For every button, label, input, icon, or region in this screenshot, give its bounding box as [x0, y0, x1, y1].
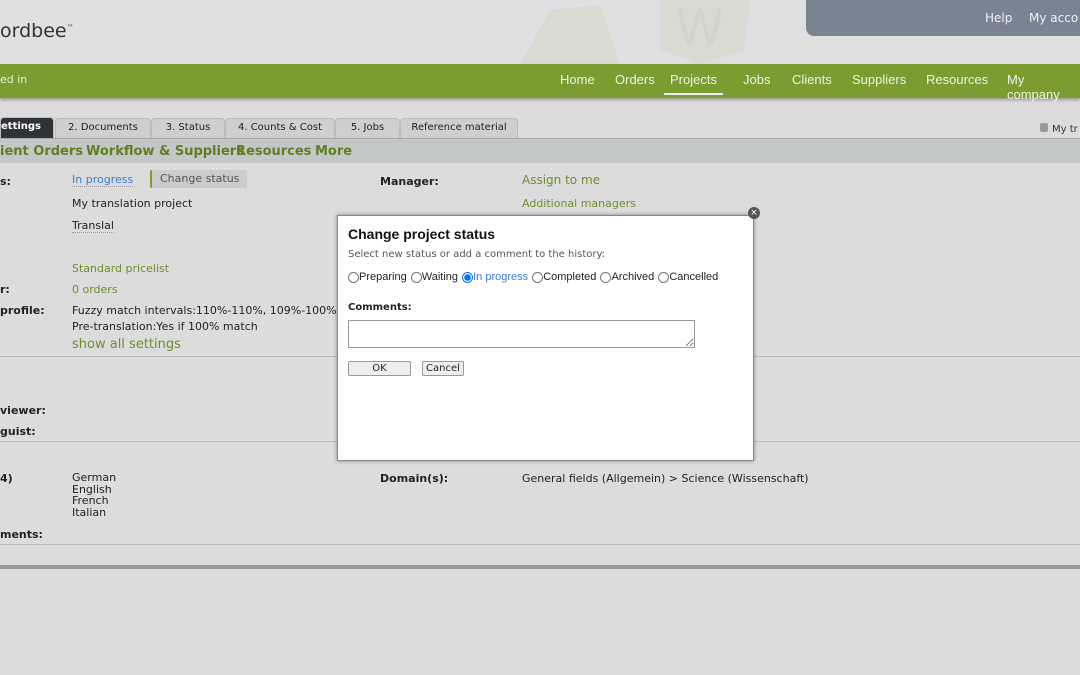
pre-translation: Pre-translation:Yes if 100% match	[72, 320, 258, 333]
project-reference[interactable]: Translal	[72, 219, 114, 233]
nav-projects[interactable]: Projects	[664, 72, 723, 95]
login-status: ed in	[0, 73, 28, 86]
dialog-title: Change project status	[348, 226, 496, 242]
comments-input[interactable]	[348, 320, 695, 348]
tab-counts-cost[interactable]: 4. Counts & Cost	[225, 118, 335, 138]
reviewer-label: viewer:	[0, 404, 46, 417]
languages-label: 4)	[0, 472, 13, 485]
tab-documents[interactable]: 2. Documents	[55, 118, 151, 138]
show-all-settings-link[interactable]: show all settings	[72, 337, 181, 352]
nav-suppliers[interactable]: Suppliers	[852, 72, 906, 87]
subnav-more[interactable]: More	[315, 144, 352, 159]
comments-field-label: Comments:	[348, 302, 412, 313]
subnav-workflow-suppliers[interactable]: Workflow & Suppliers	[86, 144, 244, 159]
orders-link[interactable]: 0 orders	[72, 283, 118, 296]
watermark-logo-icon: W	[520, 0, 750, 64]
divider	[0, 544, 1080, 545]
assign-to-me-link[interactable]: Assign to me	[522, 173, 600, 187]
change-status-dialog: Change project status Select new status …	[337, 215, 754, 461]
nav-home[interactable]: Home	[560, 72, 595, 87]
cancel-button[interactable]: Cancel	[422, 361, 464, 376]
ok-button[interactable]: OK	[348, 361, 411, 376]
pricelist-link[interactable]: Standard pricelist	[72, 262, 169, 275]
info-icon	[1040, 123, 1048, 132]
fuzzy-intervals: Fuzzy match intervals:110%-110%, 109%-10…	[72, 304, 380, 317]
additional-managers-link[interactable]: Additional managers	[522, 197, 636, 210]
my-account-link[interactable]: My acco	[1029, 11, 1078, 25]
sub-nav: ient Orders Workflow & Suppliers Resourc…	[0, 138, 1080, 163]
profile-label: profile:	[0, 304, 45, 317]
nav-jobs[interactable]: Jobs	[743, 72, 770, 87]
svg-text:W: W	[675, 0, 724, 57]
tab-settings[interactable]: ettings	[0, 117, 54, 138]
nav-resources[interactable]: Resources	[926, 72, 988, 87]
top-links: Help My acco	[806, 0, 1080, 36]
subnav-client-orders[interactable]: ient Orders	[0, 144, 83, 159]
main-nav: ed in Home Orders Projects Jobs Clients …	[0, 64, 1080, 102]
tab-jobs[interactable]: 5. Jobs	[335, 118, 400, 138]
status-label: s:	[0, 175, 11, 188]
manager-label: Manager:	[380, 175, 439, 188]
status-value[interactable]: In progress	[72, 173, 134, 187]
radio-preparing[interactable]: Preparing	[348, 271, 407, 283]
comments-label: ments:	[0, 528, 43, 541]
radio-completed[interactable]: Completed	[532, 271, 596, 283]
nav-my-company[interactable]: My company	[1007, 72, 1080, 102]
help-link[interactable]: Help	[985, 11, 1012, 25]
change-status-button[interactable]: Change status	[150, 170, 248, 188]
languages-list: German English French Italian	[72, 471, 117, 519]
panel-bottom	[0, 565, 1080, 569]
tab-status[interactable]: 3. Status	[151, 118, 225, 138]
radio-waiting[interactable]: Waiting	[410, 271, 458, 283]
header: ordbee™ W Help My acco	[0, 0, 1080, 64]
logo[interactable]: ordbee™	[0, 20, 74, 42]
close-icon[interactable]: ×	[748, 207, 760, 219]
project-name: My translation project	[72, 197, 193, 210]
domain-value: General fields (Allgemein) > Science (Wi…	[522, 472, 809, 485]
linguist-label: guist:	[0, 425, 36, 438]
radio-archived[interactable]: Archived	[600, 271, 654, 283]
radio-in-progress[interactable]: In progress	[462, 271, 528, 283]
subnav-resources[interactable]: Resources	[236, 144, 311, 159]
domain-label: Domain(s):	[380, 472, 449, 485]
tab-reference-material[interactable]: Reference material	[400, 118, 518, 138]
nav-orders[interactable]: Orders	[615, 72, 655, 87]
status-radio-group: Preparing Waiting In progress Completed …	[348, 271, 719, 286]
radio-cancelled[interactable]: Cancelled	[658, 271, 718, 283]
orders-label: r:	[0, 283, 10, 296]
dialog-subtitle: Select new status or add a comment to th…	[348, 249, 606, 260]
info-hint: My tr	[1040, 123, 1078, 135]
nav-clients[interactable]: Clients	[792, 72, 832, 87]
